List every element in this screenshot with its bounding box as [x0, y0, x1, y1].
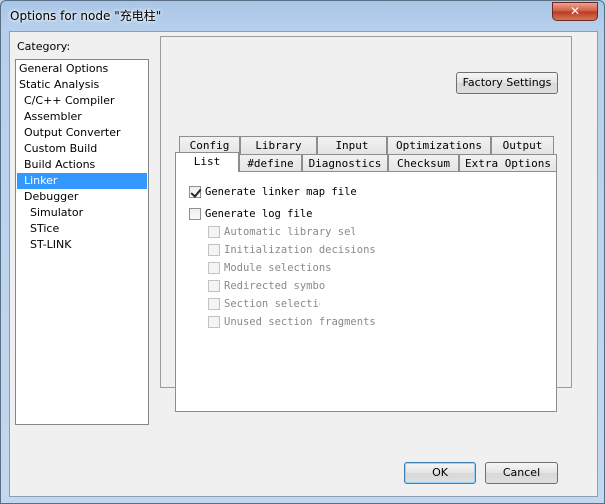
close-icon: ✕: [569, 4, 581, 18]
category-item-simulator[interactable]: Simulator: [17, 205, 147, 221]
category-item-general-options[interactable]: General Options: [17, 61, 147, 77]
checkbox-disabled-icon: [208, 280, 220, 292]
tab-diagnostics[interactable]: Diagnostics: [302, 154, 388, 172]
ok-button[interactable]: OK: [404, 462, 476, 484]
section-selection-label: Section selection: [224, 298, 320, 310]
checkbox-disabled-icon: [208, 262, 220, 274]
initialization-decisions-label: Initialization decisions: [224, 244, 376, 256]
tab-checksum[interactable]: Checksum: [388, 154, 459, 172]
checkbox-unchecked-icon: [189, 208, 201, 220]
category-item-st-link[interactable]: ST-LINK: [17, 237, 147, 253]
category-item-c-cpp-compiler[interactable]: C/C++ Compiler: [17, 93, 147, 109]
generate-linker-map-label: Generate linker map file: [205, 186, 357, 198]
window-title: Options for node "充电柱": [10, 9, 162, 23]
category-list[interactable]: General Options Static Analysis C/C++ Co…: [15, 59, 149, 425]
category-item-assembler[interactable]: Assembler: [17, 109, 147, 125]
checkbox-disabled-icon: [208, 298, 220, 310]
generate-log-file-checkbox[interactable]: Generate log file: [189, 207, 439, 221]
category-item-custom-build[interactable]: Custom Build: [17, 141, 147, 157]
list-tab-content: Generate linker map file Generate log fi…: [175, 171, 557, 412]
tab-list[interactable]: List: [175, 152, 239, 172]
checkbox-disabled-icon: [208, 244, 220, 256]
category-label: Category:: [17, 40, 71, 53]
tab-library[interactable]: Library: [240, 136, 317, 154]
tab-input[interactable]: Input: [317, 136, 387, 154]
tab-extra-options[interactable]: Extra Options: [459, 154, 557, 172]
tab-output[interactable]: Output: [491, 136, 554, 154]
unused-section-fragments-label: Unused section fragments: [224, 316, 376, 328]
generate-log-file-label: Generate log file: [205, 208, 313, 220]
title-bar[interactable]: Options for node "充电柱" ✕: [1, 1, 604, 31]
redirected-symbols-checkbox: Redirected symbols: [208, 279, 326, 293]
redirected-symbols-label: Redirected symbols: [224, 280, 326, 292]
unused-section-fragments-checkbox: Unused section fragments: [208, 315, 408, 329]
section-selection-checkbox: Section selection: [208, 297, 320, 311]
automatic-library-selection-label: Automatic library selection: [224, 226, 355, 238]
automatic-library-selection-checkbox: Automatic library selection: [208, 225, 355, 239]
category-item-debugger[interactable]: Debugger: [17, 189, 147, 205]
factory-settings-button[interactable]: Factory Settings: [456, 72, 558, 94]
module-selections-checkbox: Module selections: [208, 261, 408, 275]
category-item-static-analysis[interactable]: Static Analysis: [17, 77, 147, 93]
module-selections-label: Module selections: [224, 262, 332, 274]
cancel-button[interactable]: Cancel: [485, 462, 558, 484]
category-item-build-actions[interactable]: Build Actions: [17, 157, 147, 173]
category-item-output-converter[interactable]: Output Converter: [17, 125, 147, 141]
checkbox-checked-icon: [189, 186, 201, 198]
checkbox-disabled-icon: [208, 316, 220, 328]
tab-define[interactable]: #define: [239, 154, 302, 172]
close-button[interactable]: ✕: [552, 2, 598, 21]
checkbox-disabled-icon: [208, 226, 220, 238]
category-item-stice[interactable]: STice: [17, 221, 147, 237]
tab-optimizations[interactable]: Optimizations: [387, 136, 491, 154]
initialization-decisions-checkbox: Initialization decisions: [208, 243, 408, 257]
generate-linker-map-checkbox[interactable]: Generate linker map file: [189, 185, 439, 199]
category-item-linker[interactable]: Linker: [17, 173, 147, 189]
